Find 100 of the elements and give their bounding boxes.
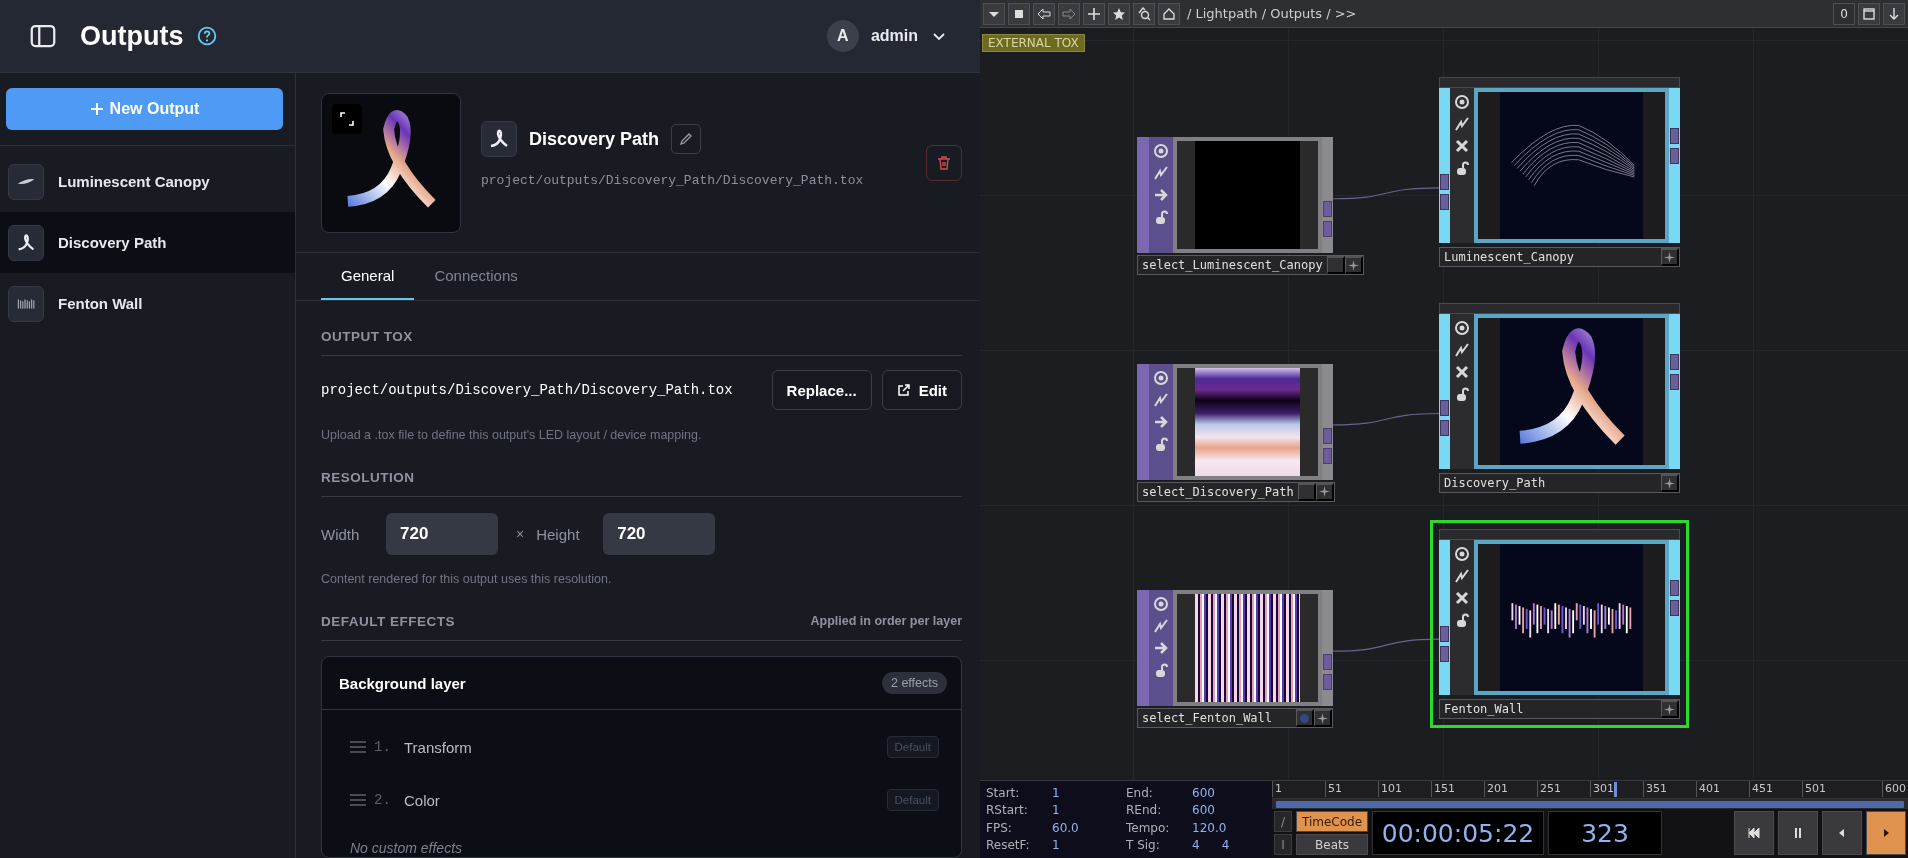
rewind-button[interactable] (1734, 811, 1774, 855)
lightning-icon[interactable] (1153, 165, 1169, 181)
output-node[interactable]: Fenton_Wall (1430, 520, 1689, 728)
node-add-button[interactable] (1661, 248, 1679, 266)
field-value[interactable]: 600 (1192, 785, 1215, 803)
field-value[interactable]: 120.0 (1192, 819, 1227, 837)
input-port[interactable] (1440, 626, 1449, 642)
playhead-marker[interactable] (1613, 782, 1617, 797)
target-icon[interactable] (1454, 320, 1470, 336)
field-value[interactable]: 4 (1192, 836, 1200, 854)
input-port[interactable] (1440, 400, 1449, 416)
stop-button[interactable] (1008, 2, 1030, 25)
rename-button[interactable] (671, 124, 702, 154)
lightning-icon[interactable] (1153, 391, 1169, 408)
output-port[interactable] (1323, 427, 1332, 444)
target-icon[interactable] (1153, 143, 1169, 159)
field-value[interactable]: 1 (1052, 836, 1060, 854)
lock-icon[interactable] (1153, 662, 1169, 678)
mode-button[interactable]: TimeCode (1296, 811, 1368, 832)
user-avatar[interactable]: A (826, 20, 859, 52)
viewer-toggle[interactable] (1326, 256, 1345, 274)
field-value[interactable]: 600 (1192, 802, 1215, 820)
input-port[interactable] (1440, 646, 1449, 662)
expand-button[interactable] (332, 104, 362, 134)
height-field[interactable]: 720 (603, 513, 716, 555)
field-value[interactable]: 1 (1052, 802, 1060, 820)
x-icon[interactable] (1454, 364, 1470, 380)
viewer-toggle[interactable] (1297, 482, 1316, 501)
target-icon[interactable] (1153, 369, 1169, 386)
node-name[interactable]: select_Fenton_Wall (1138, 711, 1296, 725)
back-button[interactable] (1033, 2, 1055, 25)
node-name[interactable]: select_Discovery_Path (1138, 484, 1298, 499)
lock-icon[interactable] (1454, 160, 1470, 176)
node-add-button[interactable] (1314, 709, 1332, 727)
input-port[interactable] (1440, 194, 1449, 210)
arrow-right-icon[interactable] (1153, 640, 1169, 656)
lock-icon[interactable] (1153, 209, 1169, 225)
drag-handle-icon[interactable] (350, 794, 366, 806)
home-button[interactable] (1158, 2, 1180, 25)
field-value[interactable]: 4 (1221, 836, 1230, 854)
field-value[interactable]: 60.0 (1052, 819, 1079, 837)
lightning-icon[interactable] (1454, 342, 1470, 358)
target-icon[interactable] (1454, 546, 1470, 562)
timecode-display[interactable]: 00:00:05:22 (1372, 811, 1544, 855)
time-ruler[interactable]: 1 51 101 151 201 251 301 351 401 451 501 600 (1272, 781, 1908, 799)
user-name[interactable]: admin (870, 27, 918, 45)
search-button[interactable] (1133, 2, 1155, 25)
node-add-button[interactable] (1661, 474, 1679, 492)
lightning-icon[interactable] (1454, 116, 1470, 132)
lock-icon[interactable] (1454, 612, 1470, 628)
x-icon[interactable] (1454, 138, 1470, 154)
menu-button[interactable] (983, 2, 1005, 25)
add-button[interactable] (1083, 2, 1105, 25)
range-scrollbar[interactable] (1272, 799, 1908, 809)
breadcrumb-path[interactable]: / Lightpath / Outputs / >> (1187, 6, 1357, 21)
target-icon[interactable] (1153, 596, 1169, 612)
lock-icon[interactable] (1454, 386, 1470, 402)
download-button[interactable] (1883, 2, 1905, 25)
play-button[interactable] (1866, 811, 1906, 855)
tab[interactable]: Connections (414, 253, 538, 300)
node-add-button[interactable] (1315, 482, 1334, 501)
input-port[interactable] (1440, 420, 1449, 436)
width-field[interactable]: 720 (386, 513, 498, 555)
counter-box[interactable]: 0 (1833, 2, 1855, 25)
select-node[interactable] (1137, 590, 1333, 706)
node-name[interactable]: Fenton_Wall (1440, 702, 1661, 716)
node-name[interactable]: Luminescent_Canopy (1440, 250, 1661, 264)
delete-button[interactable] (926, 145, 962, 181)
pause-button[interactable] (1778, 811, 1818, 855)
arrow-right-icon[interactable] (1153, 413, 1169, 430)
drag-handle-icon[interactable] (350, 741, 366, 753)
mode-button[interactable]: Beats (1296, 834, 1368, 855)
replace-button[interactable]: Replace... (771, 370, 872, 410)
node-add-button[interactable] (1661, 700, 1679, 718)
output-port[interactable] (1323, 447, 1332, 464)
node-name[interactable]: select_Luminescent_Canopy (1138, 258, 1327, 272)
tab[interactable]: General (321, 253, 415, 300)
lock-icon[interactable] (1153, 435, 1169, 452)
mode-toggle-button[interactable]: / (1274, 811, 1292, 832)
node-name[interactable]: Discovery_Path (1440, 476, 1661, 490)
sidebar-item[interactable]: Discovery Path (0, 212, 295, 273)
lightning-icon[interactable] (1454, 568, 1470, 584)
select-node[interactable] (1137, 137, 1333, 253)
lightning-icon[interactable] (1153, 618, 1169, 634)
bookmark-button[interactable] (1108, 2, 1130, 25)
select-node[interactable] (1137, 363, 1333, 480)
x-icon[interactable] (1454, 590, 1470, 606)
field-value[interactable]: 1 (1052, 785, 1060, 803)
viewer-toggle[interactable] (1296, 709, 1314, 727)
mode-toggle-button[interactable]: I (1274, 834, 1292, 855)
input-port[interactable] (1440, 174, 1449, 190)
window-button[interactable] (1858, 2, 1880, 25)
sidebar-item[interactable]: Fenton Wall (0, 273, 295, 334)
forward-button[interactable] (1058, 2, 1080, 25)
help-icon[interactable] (197, 26, 218, 46)
arrow-right-icon[interactable] (1153, 187, 1169, 203)
frame-display[interactable]: 323 (1548, 811, 1662, 855)
edit-button[interactable]: Edit (881, 370, 962, 410)
sidebar-item[interactable]: Luminescent Canopy (0, 151, 295, 212)
target-icon[interactable] (1454, 94, 1470, 110)
